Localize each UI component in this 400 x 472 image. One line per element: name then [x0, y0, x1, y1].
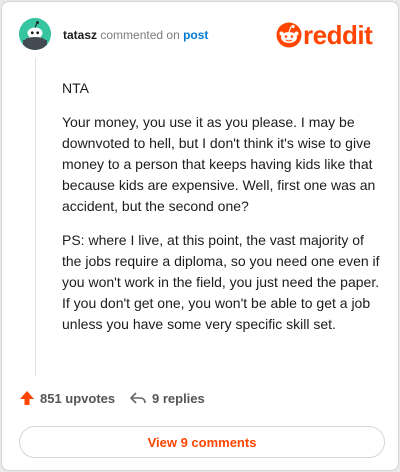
reply-count: 9 replies	[152, 390, 205, 406]
comment-paragraph: PS: where I live, at this point, the vas…	[62, 232, 380, 332]
username-link[interactable]: tatasz	[63, 28, 97, 42]
upvote-button[interactable]: 851 upvotes	[19, 390, 115, 406]
thread-line[interactable]	[35, 58, 36, 376]
comment-paragraph: Your money, you use it as you please. I …	[62, 114, 376, 214]
reddit-logo[interactable]: reddit	[276, 20, 382, 50]
reddit-logo-text: reddit	[303, 20, 373, 50]
comment-meta: tatasz commented on post	[63, 28, 208, 42]
reddit-snoo-icon	[276, 22, 302, 48]
upvote-arrow-icon	[20, 391, 34, 405]
replies-button[interactable]: 9 replies	[129, 390, 205, 406]
comment-card: tatasz commented on post reddit NTA Your…	[1, 1, 399, 471]
comment-paragraph: NTA	[62, 80, 89, 96]
post-link[interactable]: post	[183, 28, 208, 42]
comment-header: tatasz commented on post reddit	[19, 18, 382, 54]
comment-actions: 851 upvotes 9 replies	[19, 390, 382, 412]
comment-body: NTA Your money, you use it as you please…	[62, 78, 386, 348]
upvote-count: 851 upvotes	[40, 390, 116, 406]
commented-on-text: commented on	[100, 28, 180, 42]
view-comments-button[interactable]: View 9 comments	[19, 426, 385, 458]
snoo-avatar-icon[interactable]	[19, 18, 51, 50]
reply-arrow-icon	[130, 392, 146, 404]
